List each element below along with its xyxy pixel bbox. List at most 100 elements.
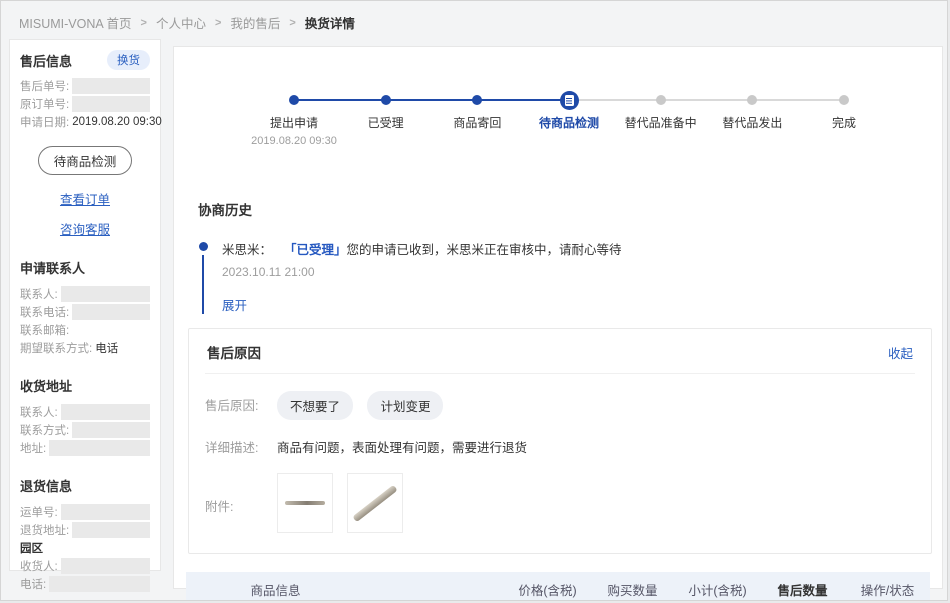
breadcrumb-separator: > <box>215 17 221 29</box>
contact-phone-label: 联系电话: <box>20 304 69 320</box>
waybill-row: 运单号: <box>20 504 150 520</box>
history-sender: 米思米： <box>222 239 272 258</box>
attachment-label: 附件: <box>205 492 277 515</box>
breadcrumb-my-aftersales[interactable]: 我的售后 <box>230 13 280 32</box>
reason-title: 售后原因 <box>207 342 261 362</box>
redacted-value <box>49 440 150 456</box>
redacted-value <box>72 522 150 538</box>
view-order-link[interactable]: 查看订单 <box>20 189 150 208</box>
reason-row: 售后原因: 不想要了 计划变更 <box>205 391 915 420</box>
breadcrumb-personal-center[interactable]: 个人中心 <box>156 13 206 32</box>
aftersales-number-row: 售后单号: <box>20 78 150 94</box>
history-item: 米思米： 「已受理」您的申请已收到，米思米正在审核中，请耐心等待 2023.10… <box>198 239 918 314</box>
breadcrumb: MISUMI-VONA 首页 > 个人中心 > 我的售后 > 换货详情 <box>19 13 355 32</box>
product-table-header: 商品信息 价格(含税) 购买数量 小计(含税) 售后数量 操作/状态 <box>186 572 930 601</box>
receiver-name-row: 联系人: <box>20 404 150 420</box>
attachment-image-tool <box>352 484 397 522</box>
return-phone-row: 电话: <box>20 576 150 592</box>
reason-label: 售后原因: <box>205 391 277 414</box>
receiver-name-label: 联系人: <box>20 404 58 420</box>
step-label: 完成 <box>779 114 909 131</box>
contact-service-link[interactable]: 咨询客服 <box>20 219 150 238</box>
history-title: 协商历史 <box>198 199 918 219</box>
address-row: 地址: <box>20 440 150 456</box>
redacted-value <box>72 96 150 112</box>
attachment-thumbnail[interactable] <box>347 473 403 533</box>
redacted-value <box>61 404 150 420</box>
header-product-info: 商品信息 <box>250 580 300 599</box>
status-badge: 待商品检测 <box>38 146 133 175</box>
reason-tag: 计划变更 <box>367 391 443 420</box>
applicant-contact-title: 申请联系人 <box>20 258 150 277</box>
breadcrumb-current-page: 换货详情 <box>305 13 355 32</box>
return-address-row: 退货地址: <box>20 522 150 538</box>
breadcrumb-separator: > <box>289 17 295 29</box>
aftersales-reason-panel: 售后原因 收起 售后原因: 不想要了 计划变更 详细描述: 商品有问题，表面处理… <box>188 328 932 554</box>
description-value: 商品有问题，表面处理有问题，需要进行退货 <box>277 437 527 456</box>
step-dot <box>656 95 666 105</box>
negotiation-history-section: 协商历史 米思米： 「已受理」您的申请已收到，米思米正在审核中，请耐心等待 20… <box>198 199 918 314</box>
header-purchase-qty: 购买数量 <box>590 580 675 599</box>
attachment-image-tool <box>285 501 325 505</box>
preferred-contact-label: 期望联系方式: <box>20 340 92 356</box>
redacted-value <box>61 504 150 520</box>
description-row: 详细描述: 商品有问题，表面处理有问题，需要进行退货 <box>205 437 915 456</box>
timeline-line <box>202 255 204 314</box>
apply-date-value: 2019.08.20 09:30 <box>72 116 162 128</box>
return-receiver-label: 收货人: <box>20 558 58 574</box>
contact-name-label: 联系人: <box>20 286 58 302</box>
expand-link[interactable]: 展开 <box>222 295 247 314</box>
redacted-value <box>72 304 150 320</box>
step-complete: 完成 <box>779 91 909 131</box>
aftersales-info-sidebar: 售后信息 换货 售后单号: 原订单号: 申请日期: 2019.08.20 09:… <box>9 39 161 571</box>
step-dot <box>381 95 391 105</box>
redacted-value <box>49 576 150 592</box>
preferred-contact-row: 期望联系方式: 电话 <box>20 340 150 356</box>
history-timeline <box>198 239 208 314</box>
history-timestamp: 2023.10.11 21:00 <box>222 265 622 279</box>
contact-email-row: 联系邮箱: <box>20 322 150 338</box>
receiver-phone-row: 联系方式: <box>20 422 150 438</box>
header-aftersales-qty: 售后数量 <box>760 580 845 599</box>
apply-date-label: 申请日期: <box>20 114 69 130</box>
redacted-value <box>61 286 150 302</box>
step-dot <box>472 95 482 105</box>
step-date: 2019.08.20 09:30 <box>229 135 359 147</box>
return-address-label: 退货地址: <box>20 522 69 538</box>
inspection-report-icon <box>560 91 579 110</box>
redacted-value <box>72 78 150 94</box>
receiver-phone-label: 联系方式: <box>20 422 69 438</box>
collapse-link[interactable]: 收起 <box>888 343 913 362</box>
return-phone-label: 电话: <box>20 576 46 592</box>
step-dot <box>839 95 849 105</box>
redacted-value <box>61 558 150 574</box>
history-status-highlight: 「已受理」 <box>284 243 347 257</box>
after-sales-detail-page: MISUMI-VONA 首页 > 个人中心 > 我的售后 > 换货详情 售后信息… <box>0 0 948 601</box>
sidebar-title: 售后信息 <box>20 51 72 70</box>
redacted-value <box>72 422 150 438</box>
header-price: 价格(含税) <box>505 580 590 599</box>
attachment-row: 附件: <box>205 473 915 533</box>
history-message: 您的申请已收到，米思米正在审核中，请耐心等待 <box>347 243 622 257</box>
preferred-contact-value: 电话 <box>95 340 118 356</box>
shipping-address-title: 收货地址 <box>20 376 150 395</box>
description-label: 详细描述: <box>205 437 277 456</box>
attachment-thumbnail[interactable] <box>277 473 333 533</box>
contact-name-row: 联系人: <box>20 286 150 302</box>
aftersales-number-label: 售后单号: <box>20 78 69 94</box>
progress-steps: 提出申请 2019.08.20 09:30 已受理 商品寄回 待商品检测 替代品… <box>294 91 844 169</box>
breadcrumb-home[interactable]: MISUMI-VONA 首页 <box>19 13 132 32</box>
return-info-title: 退货信息 <box>20 476 150 495</box>
return-receiver-row: 收货人: <box>20 558 150 574</box>
apply-date-row: 申请日期: 2019.08.20 09:30 <box>20 114 150 130</box>
header-subtotal: 小计(含税) <box>675 580 760 599</box>
main-panel: 提出申请 2019.08.20 09:30 已受理 商品寄回 待商品检测 替代品… <box>173 46 943 589</box>
exchange-type-badge: 换货 <box>107 50 150 70</box>
return-address-park: 园区 <box>20 540 150 556</box>
timeline-dot <box>199 242 208 251</box>
reason-tag: 不想要了 <box>277 391 353 420</box>
breadcrumb-separator: > <box>141 17 147 29</box>
waybill-label: 运单号: <box>20 504 58 520</box>
original-order-label: 原订单号: <box>20 96 69 112</box>
header-action-status: 操作/状态 <box>845 580 930 599</box>
